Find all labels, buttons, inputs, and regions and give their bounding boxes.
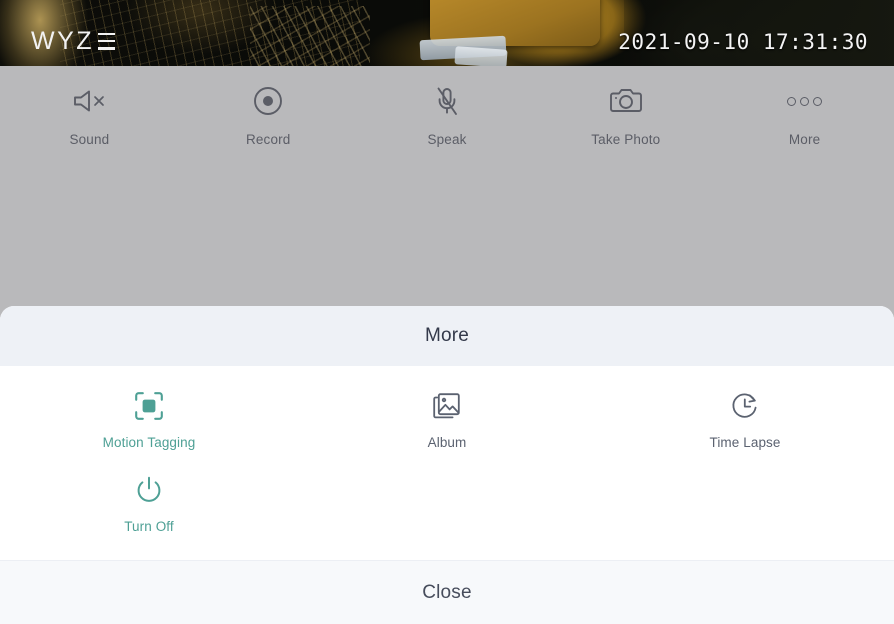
toolbar-label-speak: Speak — [427, 132, 467, 147]
sheet-item-motion-tagging[interactable]: Motion Tagging — [0, 388, 298, 450]
toolbar-label-sound: Sound — [69, 132, 110, 147]
sheet-header: More — [0, 306, 894, 366]
sheet-item-time-lapse[interactable]: Time Lapse — [596, 388, 894, 450]
video-timestamp: 2021-09-10 17:31:30 — [618, 30, 868, 54]
camera-video-feed[interactable]: WYZ 2021-09-10 17:31:30 — [0, 0, 894, 66]
power-icon — [134, 472, 164, 508]
record-icon — [252, 82, 284, 120]
toolbar-item-speak[interactable]: Speak — [358, 66, 537, 168]
microphone-mute-icon — [432, 82, 462, 120]
toolbar-label-take-photo: Take Photo — [591, 132, 661, 147]
sheet-label-album: Album — [427, 435, 467, 450]
camera-icon — [608, 82, 644, 120]
toolbar-label-record: Record — [245, 132, 291, 147]
video-scene-paper-secondary — [454, 46, 508, 66]
wyze-camera-live-view: WYZ 2021-09-10 17:31:30 Sound Record Spe… — [0, 0, 894, 624]
wyze-logo: WYZ — [31, 27, 116, 55]
sheet-label-time-lapse: Time Lapse — [709, 435, 781, 450]
sheet-items-grid: Motion Tagging Album Time Lapse Turn Off — [0, 388, 894, 534]
speaker-mute-icon — [71, 82, 107, 120]
sheet-close-button[interactable]: Close — [0, 561, 894, 624]
sheet-close-label: Close — [422, 581, 472, 603]
sheet-item-turn-off[interactable]: Turn Off — [0, 472, 298, 534]
toolbar-item-sound[interactable]: Sound — [0, 66, 179, 168]
toolbar-item-more[interactable]: More — [715, 66, 894, 168]
sheet-item-album[interactable]: Album — [298, 388, 596, 450]
sheet-title: More — [424, 325, 470, 346]
sheet-label-motion-tagging: Motion Tagging — [102, 435, 196, 450]
sheet-label-turn-off: Turn Off — [124, 519, 174, 534]
sheet-body: Motion Tagging Album Time Lapse Turn Off — [0, 366, 894, 560]
toolbar-item-take-photo[interactable]: Take Photo — [536, 66, 715, 168]
motion-tagging-icon — [134, 388, 164, 424]
toolbar-item-record[interactable]: Record — [179, 66, 358, 168]
more-bottom-sheet: More Motion Tagging Album Time Lapse Tur… — [0, 306, 894, 624]
time-lapse-icon — [730, 388, 760, 424]
album-icon — [432, 388, 462, 424]
more-dots-icon — [787, 82, 823, 120]
camera-control-toolbar: Sound Record Speak Take Photo More — [0, 66, 894, 168]
wyze-logo-text: WYZ — [31, 27, 95, 55]
wyze-logo-e-icon — [98, 32, 116, 50]
video-scene-grate-secondary — [250, 6, 370, 66]
toolbar-label-more: More — [788, 132, 821, 147]
